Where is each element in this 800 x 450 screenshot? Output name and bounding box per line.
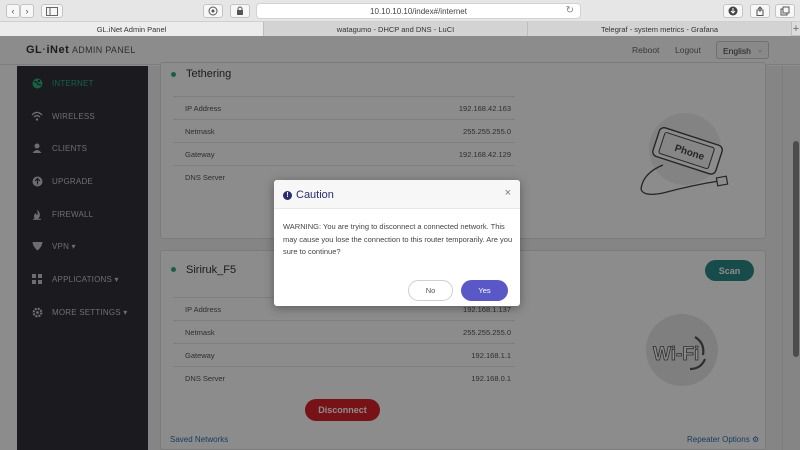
dialog-header: ! Caution × <box>274 180 520 209</box>
extension-button[interactable] <box>203 4 223 18</box>
dialog-title-text: Caution <box>296 189 334 201</box>
no-button[interactable]: No <box>408 280 453 301</box>
download-button[interactable] <box>723 4 743 18</box>
tab-label: Telegraf - system metrics - Grafana <box>600 24 719 34</box>
dialog-message: WARNING: You are trying to disconnect a … <box>283 222 513 256</box>
browser-tab[interactable]: GL.iNet Admin Panel <box>0 22 264 36</box>
caution-dialog: ! Caution × WARNING: You are trying to d… <box>274 180 520 306</box>
share-icon <box>756 6 764 16</box>
browser-tab[interactable]: watagumo - DHCP and DNS - LuCI <box>264 22 528 36</box>
lock-icon <box>237 6 243 15</box>
alert-icon: ! <box>283 190 292 200</box>
url-text: 10.10.10.10/index#/internet <box>370 6 467 16</box>
dialog-title: ! Caution <box>283 189 334 201</box>
tabs-icon <box>780 6 790 16</box>
forward-button[interactable]: › <box>20 4 34 18</box>
tab-label: GL.iNet Admin Panel <box>96 24 167 34</box>
close-icon[interactable]: × <box>505 187 511 199</box>
browser-tab-strip: GL.iNet Admin Panel watagumo - DHCP and … <box>0 22 800 36</box>
tab-label: watagumo - DHCP and DNS - LuCI <box>336 24 455 34</box>
tabs-overview-button[interactable] <box>775 4 795 18</box>
yes-button[interactable]: Yes <box>461 280 508 301</box>
back-button[interactable]: ‹ <box>6 4 20 18</box>
share-button[interactable] <box>750 4 770 18</box>
sidebar-icon <box>46 6 58 16</box>
download-icon <box>728 6 738 16</box>
url-bar[interactable]: 10.10.10.10/index#/internet ↻ <box>256 3 581 19</box>
browser-toolbar: ‹ › 10.10.10.10/index#/internet ↻ <box>0 0 800 22</box>
reload-icon[interactable]: ↻ <box>566 5 574 16</box>
privacy-button[interactable] <box>230 4 250 18</box>
sidebar-toggle-button[interactable] <box>41 4 63 18</box>
extension-icon <box>208 6 218 16</box>
browser-tab[interactable]: Telegraf - system metrics - Grafana <box>528 22 792 36</box>
new-tab-button[interactable]: + <box>792 22 800 35</box>
